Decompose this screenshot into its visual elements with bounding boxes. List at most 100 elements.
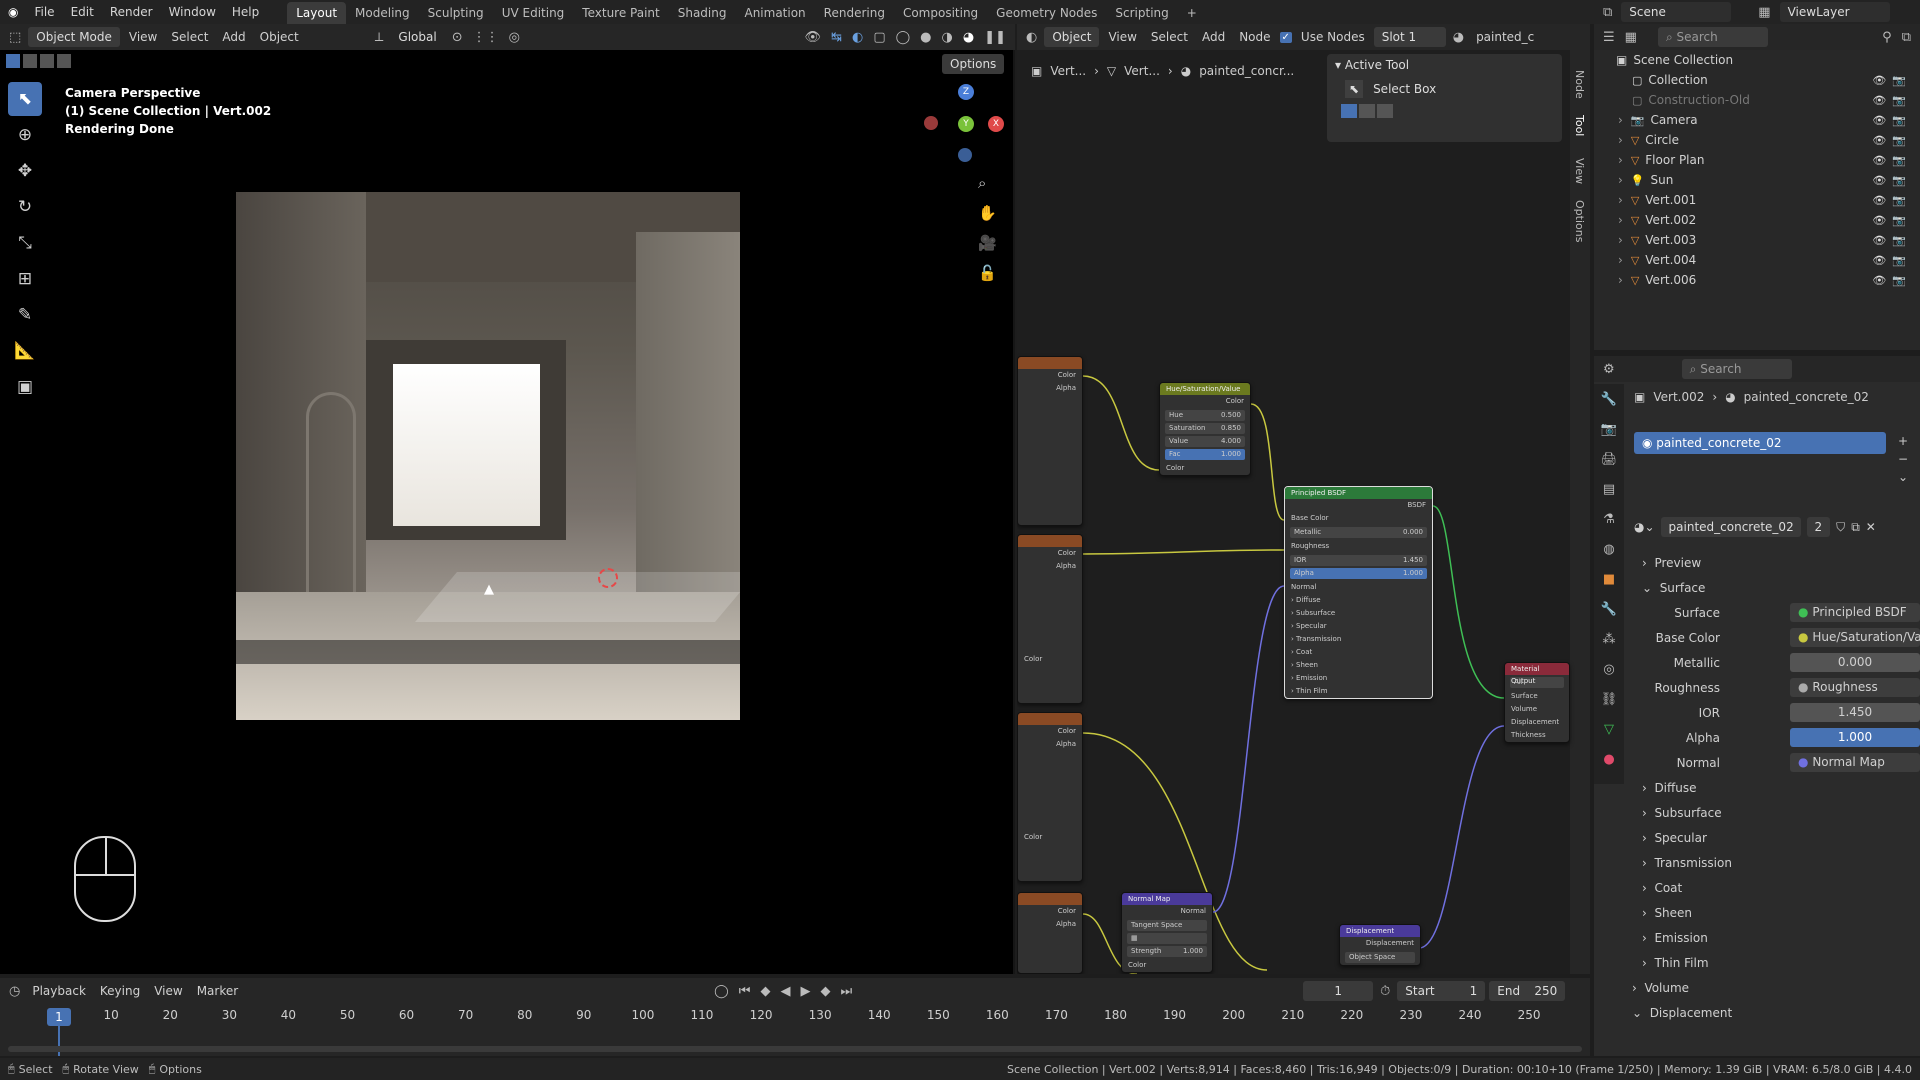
slot-selector[interactable]: Slot 1 [1373, 27, 1446, 47]
cursor-tool-icon[interactable]: ⊕ [8, 118, 42, 152]
measure-tool-icon[interactable]: 📐 [8, 334, 42, 368]
viewport-menu-add[interactable]: Add [217, 30, 250, 44]
preview-panel-toggle[interactable]: › Preview [1624, 550, 1920, 575]
bsdf-normal-socket[interactable]: Normal [1285, 581, 1432, 594]
sidebar-tab-node[interactable]: Node [1573, 70, 1586, 99]
bsdf-sub-diffuse[interactable]: › Diffuse [1285, 594, 1432, 607]
tex2-color-socket[interactable]: Color [1018, 547, 1082, 560]
viewport-menu-view[interactable]: View [124, 30, 162, 44]
shader-node-editor[interactable]: ▣ Vert... › ▽ Vert... › ◕ painted_concr...… [1017, 50, 1590, 974]
material-slot-item[interactable]: ◉ painted_concrete_02 [1634, 432, 1886, 454]
tab-sculpting[interactable]: Sculpting [419, 2, 493, 24]
end-frame-field[interactable]: End 250 [1489, 981, 1566, 1001]
annotate-tool-icon[interactable]: ✎ [8, 298, 42, 332]
visibility-icon[interactable]: 👁 [802, 30, 825, 45]
displacement-panel-toggle[interactable]: ⌄ Displacement [1624, 1000, 1920, 1025]
output-volume-socket[interactable]: Volume [1505, 703, 1569, 716]
volume-panel-toggle[interactable]: › Volume [1624, 975, 1920, 1000]
tab-compositing[interactable]: Compositing [894, 2, 987, 24]
outliner-search[interactable]: ⌕ Search [1657, 27, 1768, 47]
surface-subsection-toggle[interactable]: › Coat [1624, 875, 1920, 900]
timeline[interactable]: 10 20 30 40 50 60 70 80 90 100 110 120 130 140 150 160 1… [0, 1004, 1590, 1056]
visibility-toggle-icon[interactable]: 👁📷 [1872, 134, 1912, 147]
tab-animation[interactable]: Animation [735, 2, 814, 24]
timeline-editor-icon[interactable]: ◷ [6, 984, 23, 999]
timeline-scrollbar[interactable] [8, 1046, 1582, 1052]
current-frame-field[interactable]: 1 [1303, 981, 1374, 1001]
visibility-toggle-icon[interactable]: 👁📷 [1872, 194, 1912, 207]
alpha-field[interactable]: 1.000 [1790, 728, 1920, 747]
displacement-node[interactable]: Displacement Displacement Object Space [1339, 924, 1421, 966]
bsdf-metallic-field[interactable]: Metallic 0.000 [1290, 527, 1427, 538]
image-texture-node-2[interactable]: Color Alpha Color [1017, 534, 1083, 704]
outliner-item[interactable]: › ▽ Vert.006 👁📷 [1594, 270, 1920, 290]
normal-map-strength-field[interactable]: Strength 1.000 [1127, 946, 1207, 957]
hsv-saturation-field[interactable]: Saturation 0.850 [1165, 423, 1245, 434]
hsv-fac-field[interactable]: Fac 1.000 [1165, 449, 1245, 460]
timeline-menu-playback[interactable]: Playback [27, 984, 91, 998]
outliner-item[interactable]: › ▽ Vert.002 👁📷 [1594, 210, 1920, 230]
principled-bsdf-node[interactable]: Principled BSDF BSDF Base Color Metallic… [1284, 486, 1433, 699]
outliner-item[interactable]: ▢ Construction-Old 👁📷 [1594, 90, 1920, 110]
surface-subsection-toggle[interactable]: › Specular [1624, 825, 1920, 850]
axis-neg-z-icon[interactable] [958, 148, 972, 162]
expand-chevron-icon[interactable]: › [1618, 133, 1623, 147]
timeline-menu-marker[interactable]: Marker [192, 984, 243, 998]
select-invert-icon[interactable] [57, 54, 71, 68]
expand-chevron-icon[interactable]: › [1618, 253, 1623, 267]
menu-render[interactable]: Render [102, 0, 161, 24]
prop-breadcrumb-object[interactable]: Vert.002 [1653, 390, 1704, 404]
tex2-alpha-socket[interactable]: Alpha [1018, 560, 1082, 573]
blender-logo-icon[interactable]: ◉ [0, 0, 26, 24]
outliner-item[interactable]: ▢ Collection 👁📷 [1594, 70, 1920, 90]
normal-field[interactable]: ● Normal Map [1790, 753, 1920, 772]
scene-selector[interactable]: Scene [1621, 2, 1732, 22]
select-new-icon[interactable] [6, 54, 20, 68]
node-menu-view[interactable]: View [1103, 30, 1141, 44]
menu-window[interactable]: Window [161, 0, 224, 24]
lock-camera-icon[interactable]: 🔓 [978, 264, 997, 282]
preview-range-icon[interactable]: ⏱ [1377, 984, 1393, 999]
slot-menu-button[interactable]: ⌄ [1898, 468, 1908, 486]
surface-subsection-toggle[interactable]: › Sheen [1624, 900, 1920, 925]
view-layer-selector[interactable]: ViewLayer [1779, 2, 1890, 22]
normal-map-color-input[interactable]: Color [1122, 959, 1212, 972]
menu-help[interactable]: Help [224, 0, 267, 24]
tex3-color-socket[interactable]: Color [1018, 725, 1082, 738]
constraints-tab-icon[interactable]: ⛓ [1594, 684, 1624, 714]
object-tab-icon[interactable]: ■ [1594, 564, 1624, 594]
bsdf-alpha-field[interactable]: Alpha 1.000 [1290, 568, 1427, 579]
jump-end-icon[interactable]: ⏭ [837, 984, 855, 999]
bsdf-sub-subsurface[interactable]: › Subsurface [1285, 607, 1432, 620]
new-collection-icon[interactable]: ⧉ [1899, 30, 1914, 45]
bsdf-sub-thin-film[interactable]: › Thin Film [1285, 685, 1432, 698]
tab-layout[interactable]: Layout [287, 1, 347, 24]
bsdf-sub-emission[interactable]: › Emission [1285, 672, 1432, 685]
normal-map-output[interactable]: Normal [1122, 905, 1212, 918]
displacement-space-selector[interactable]: Object Space [1345, 952, 1415, 963]
hsv-output-color[interactable]: Color [1160, 395, 1250, 408]
tab-modeling[interactable]: Modeling [346, 2, 419, 24]
camera-view-icon[interactable]: 🎥 [978, 234, 997, 252]
visibility-toggle-icon[interactable]: 👁📷 [1872, 74, 1912, 87]
axis-y-icon[interactable]: Y [958, 116, 974, 132]
world-tab-icon[interactable]: ◍ [1594, 534, 1624, 564]
normal-map-space-selector[interactable]: Tangent Space [1127, 920, 1207, 931]
3d-viewport[interactable]: Options Camera Perspective (1) Scene Col… [0, 50, 1015, 974]
base-color-field[interactable]: ● Hue/Saturation/Value [1790, 628, 1920, 647]
tex1-alpha-socket[interactable]: Alpha [1018, 382, 1082, 395]
mode-selector[interactable]: Object Mode [28, 27, 120, 47]
output-tab-icon[interactable]: 🖨 [1594, 444, 1624, 474]
bsdf-roughness-socket[interactable]: Roughness [1285, 540, 1432, 553]
viewport-menu-object[interactable]: Object [255, 30, 304, 44]
bsdf-base-color-socket[interactable]: Base Color [1285, 512, 1432, 525]
sidebar-tab-tool[interactable]: Tool [1573, 115, 1586, 136]
roughness-field[interactable]: ● Roughness [1790, 678, 1920, 697]
material-output-node[interactable]: Material Output All Surface Volume Displ… [1504, 662, 1570, 743]
node-menu-select[interactable]: Select [1146, 30, 1193, 44]
ior-field[interactable]: 1.450 [1790, 703, 1920, 722]
select-extend-icon[interactable] [23, 54, 37, 68]
sidebar-tab-view[interactable]: View [1573, 158, 1586, 184]
wireframe-shading-icon[interactable]: ◯ [893, 30, 914, 45]
tab-geometry-nodes[interactable]: Geometry Nodes [987, 2, 1106, 24]
